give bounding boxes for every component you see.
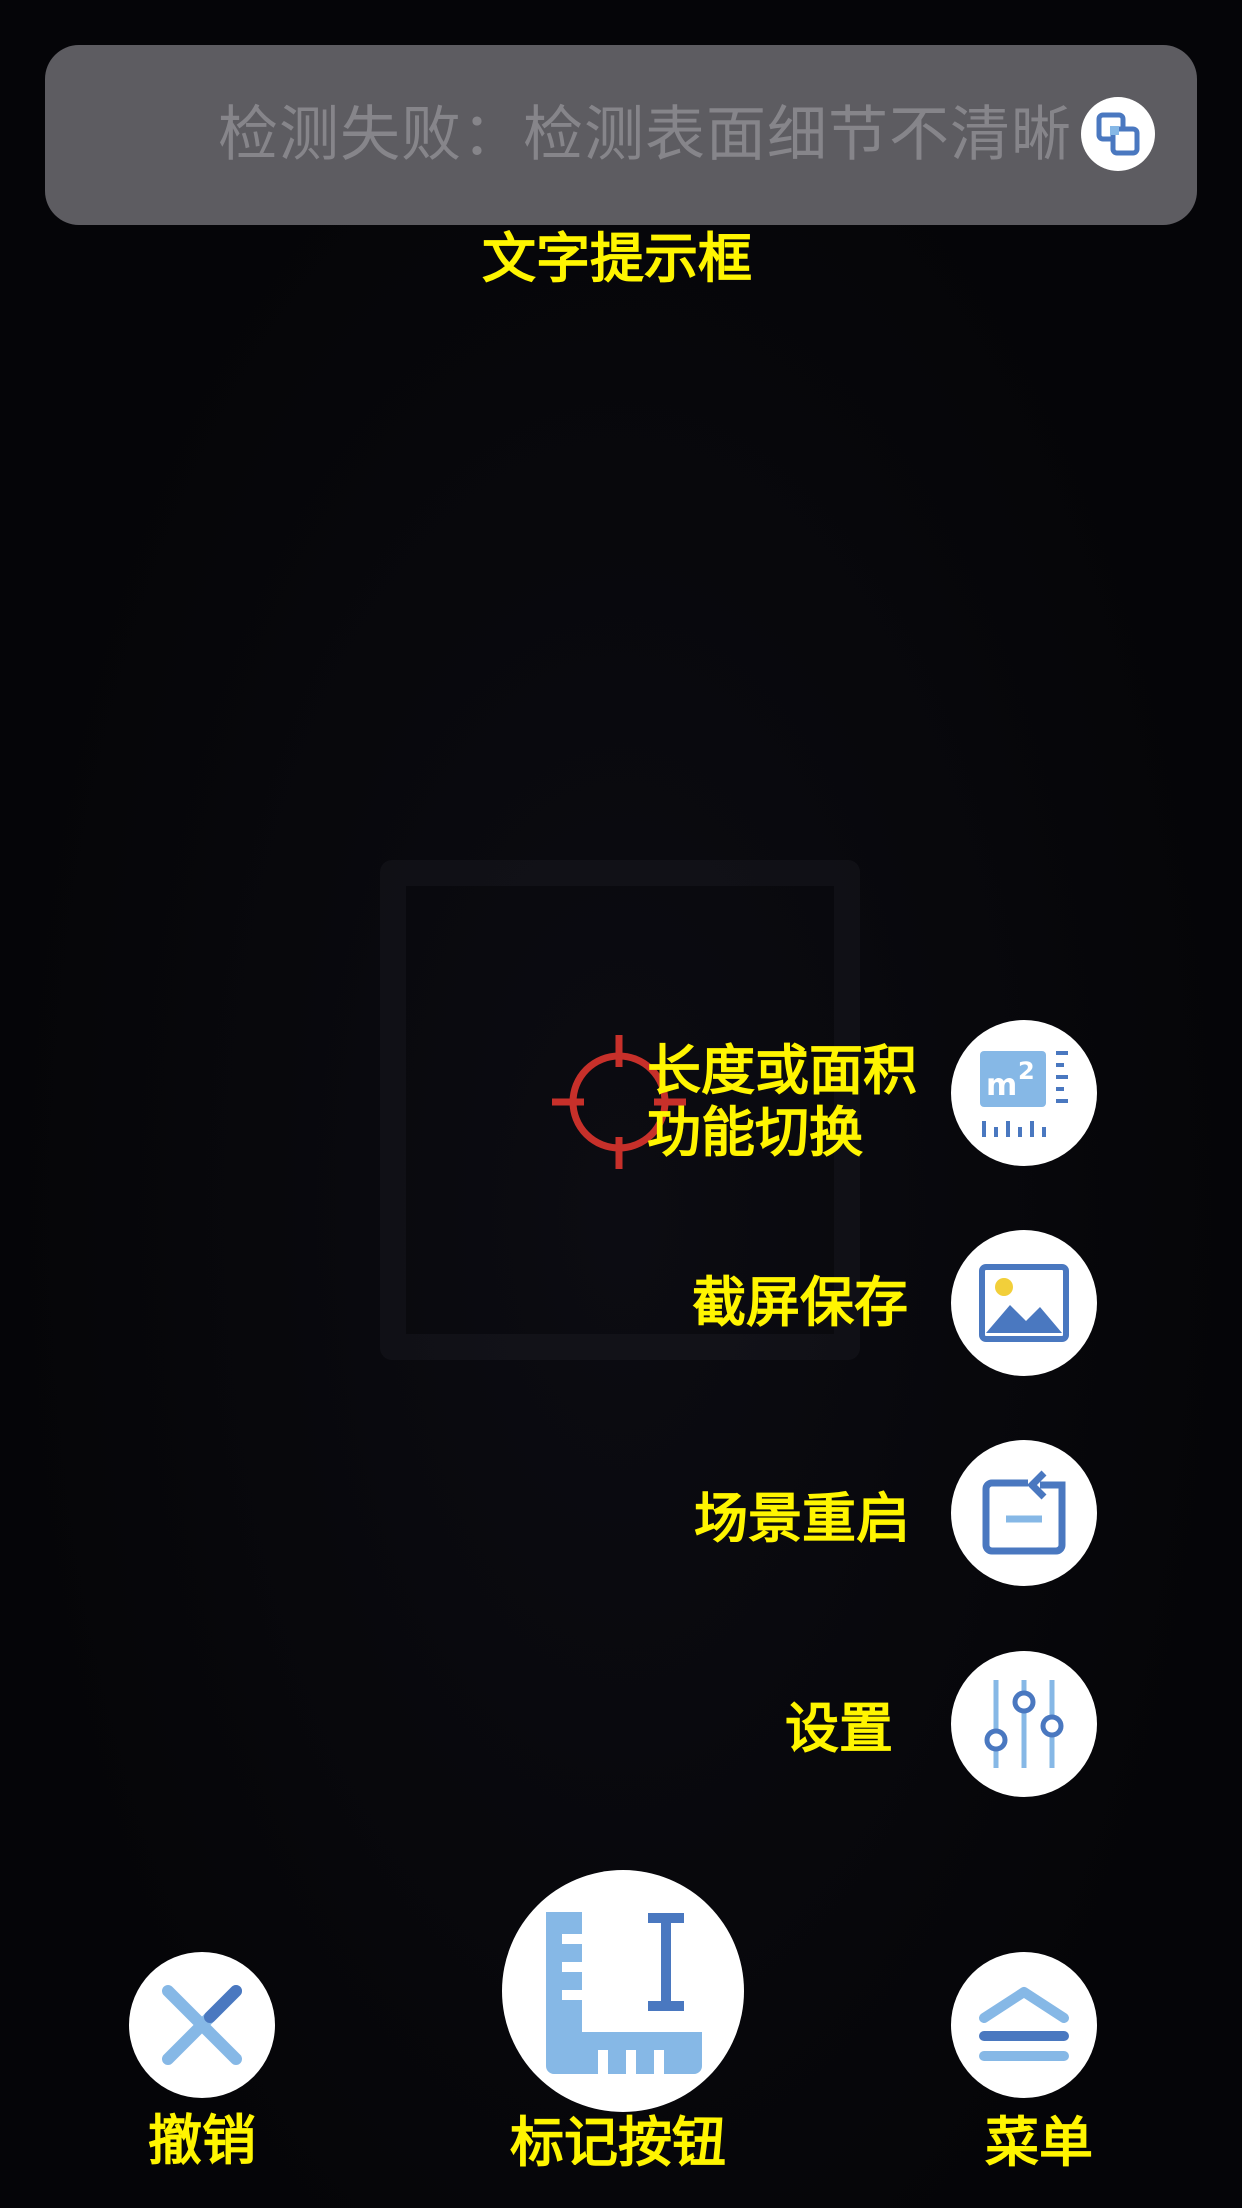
ar-measure-screen: 检测失败：检测表面细节不清晰 文字提示框 长度或面积 功能切换 m 2 截屏保存… bbox=[0, 0, 1242, 2208]
restart-button[interactable] bbox=[951, 1440, 1097, 1586]
image-icon bbox=[979, 1264, 1069, 1342]
hint-message: 检测失败：检测表面细节不清晰 bbox=[218, 100, 1072, 170]
hint-bar-annotation: 文字提示框 bbox=[482, 227, 752, 290]
screenshot-button[interactable] bbox=[951, 1230, 1097, 1376]
menu-button[interactable] bbox=[951, 1952, 1097, 2098]
mode-switch-annotation-line1: 长度或面积 bbox=[647, 1039, 917, 1102]
settings-button[interactable] bbox=[951, 1651, 1097, 1797]
svg-text:m: m bbox=[986, 1068, 1017, 1103]
menu-icon bbox=[979, 1987, 1069, 2061]
copy-button[interactable] bbox=[1081, 97, 1155, 171]
undo-annotation: 撤销 bbox=[148, 2109, 256, 2172]
close-icon bbox=[162, 1985, 242, 2065]
screenshot-annotation: 截屏保存 bbox=[692, 1271, 908, 1334]
sliders-icon bbox=[984, 1680, 1064, 1768]
restart-annotation: 场景重启 bbox=[694, 1487, 910, 1550]
area-ruler-icon: m 2 bbox=[980, 1051, 1068, 1137]
settings-annotation: 设置 bbox=[785, 1697, 893, 1760]
undo-button[interactable] bbox=[129, 1952, 275, 2098]
mark-button[interactable] bbox=[502, 1870, 744, 2112]
svg-text:2: 2 bbox=[1018, 1057, 1035, 1085]
ruler-icon bbox=[546, 1912, 702, 2074]
mode-switch-annotation: 长度或面积 功能切换 bbox=[647, 1039, 917, 1165]
restart-icon bbox=[982, 1470, 1066, 1555]
copy-icon bbox=[1096, 112, 1140, 156]
hint-bar: 检测失败：检测表面细节不清晰 bbox=[45, 45, 1197, 225]
mode-switch-button[interactable]: m 2 bbox=[951, 1020, 1097, 1166]
mode-switch-annotation-line2: 功能切换 bbox=[647, 1101, 863, 1165]
menu-annotation: 菜单 bbox=[985, 2111, 1093, 2174]
mark-annotation: 标记按钮 bbox=[510, 2111, 726, 2174]
